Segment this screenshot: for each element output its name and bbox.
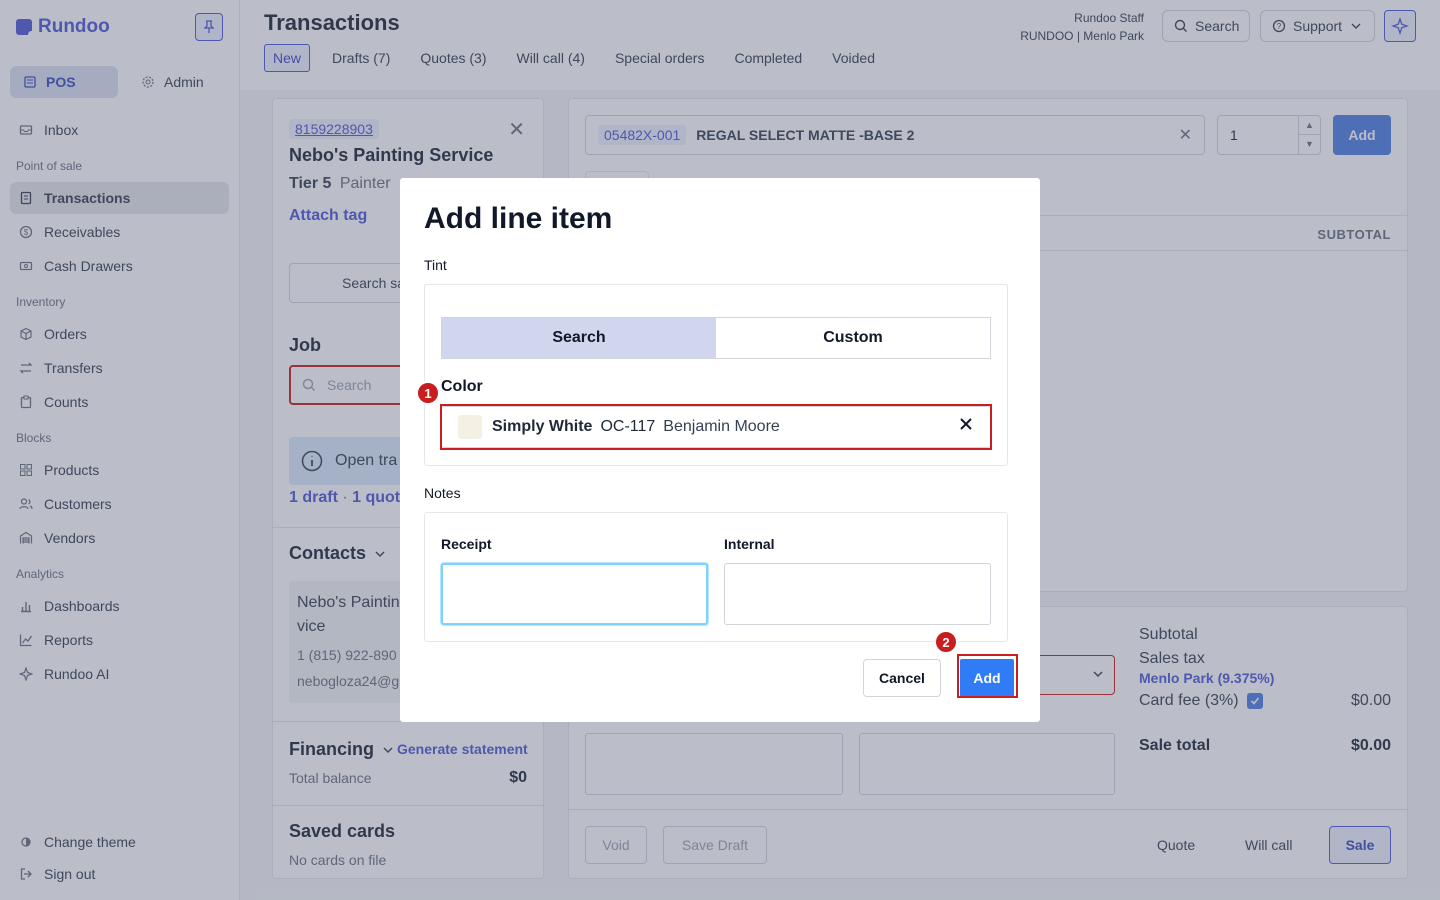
receipt-label: Receipt <box>441 536 492 552</box>
tint-mode-toggle: Search Custom <box>441 317 991 359</box>
tint-label: Tint <box>424 257 447 273</box>
highlight-box-1 <box>440 404 992 450</box>
segment-custom[interactable]: Custom <box>716 318 990 358</box>
receipt-notes-input[interactable] <box>441 563 708 625</box>
internal-notes-input[interactable] <box>724 563 991 625</box>
add-line-item-modal: Add line item Tint Search Custom Color S… <box>400 178 1040 722</box>
notes-label: Notes <box>424 485 461 501</box>
highlight-box-2 <box>957 654 1018 698</box>
annotation-badge-1: 1 <box>416 381 440 405</box>
modal-title: Add line item <box>424 202 613 235</box>
cancel-button[interactable]: Cancel <box>863 659 941 697</box>
annotation-badge-2: 2 <box>934 630 958 654</box>
internal-label: Internal <box>724 536 775 552</box>
color-label: Color <box>441 378 483 395</box>
segment-search[interactable]: Search <box>442 318 716 358</box>
